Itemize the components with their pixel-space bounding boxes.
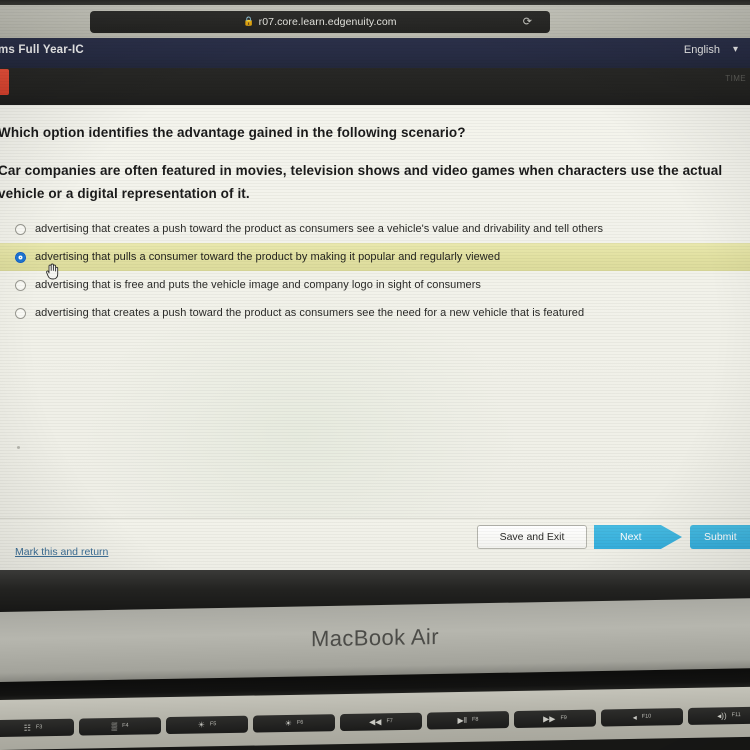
browser-chrome: 🔒 r07.core.learn.edgenuity.com ⟳ <box>0 0 750 38</box>
chevron-down-icon: ▾ <box>732 44 738 55</box>
function-key-f3[interactable]: ☷ F3 <box>0 718 74 738</box>
answer-option-label: advertising that pulls a consumer toward… <box>35 251 501 263</box>
mark-this-and-return-link[interactable]: Mark this and return <box>15 546 108 558</box>
language-label: English <box>683 44 720 56</box>
address-bar[interactable]: 🔒 r07.core.learn.edgenuity.com ⟳ <box>90 11 550 33</box>
function-key-number: F8 <box>472 716 479 723</box>
function-key-number: F7 <box>386 717 393 725</box>
submit-button[interactable]: Submit <box>690 525 750 549</box>
answer-option-row[interactable]: advertising that creates a push toward t… <box>0 299 750 327</box>
app-subbar: TIME <box>0 68 750 105</box>
function-key-glyph-icon: ◀◀ <box>369 716 382 727</box>
footer-action-bar: Mark this and return Save and Exit Next … <box>0 518 750 570</box>
question-scenario: Car companies are often featured in movi… <box>0 163 723 201</box>
function-key-f8[interactable]: ▶‖ F8 <box>427 711 509 730</box>
answer-option-row[interactable]: advertising that creates a push toward t… <box>0 215 750 243</box>
course-title: ms Full Year-IC <box>0 44 84 56</box>
function-key-f7[interactable]: ◀◀ F7 <box>340 712 422 732</box>
function-key-number: F5 <box>209 720 217 728</box>
function-key-glyph-icon: ◂)) <box>717 710 727 720</box>
answer-option-label: advertising that creates a push toward t… <box>35 307 585 319</box>
function-key-f6[interactable]: ☀ F6 <box>253 714 335 733</box>
function-key-number: F4 <box>122 722 129 729</box>
function-key-number: F3 <box>35 724 43 731</box>
function-key-glyph-icon: ☀ <box>197 719 205 730</box>
function-key-f4[interactable]: ▒ F4 <box>79 717 161 736</box>
function-key-f5[interactable]: ☀ F5 <box>166 715 248 735</box>
function-key-f9[interactable]: ▶▶ F9 <box>514 709 596 729</box>
function-key-f10[interactable]: ◂ F10 <box>601 708 683 727</box>
function-key-glyph-icon: ☷ <box>23 722 31 733</box>
function-key-glyph-icon: ▶▶ <box>543 713 556 724</box>
laptop-screen-photo: 🔒 r07.core.learn.edgenuity.com ⟳ ms Full… <box>0 0 750 750</box>
radio-button-icon[interactable] <box>15 279 26 291</box>
function-key-glyph-icon: ☀ <box>284 718 292 728</box>
radio-button-selected-icon[interactable] <box>15 251 26 263</box>
answer-options-list: advertising that creates a push toward t… <box>0 215 750 327</box>
answer-option-label: advertising that is free and puts the ve… <box>35 279 481 291</box>
app-header: ms Full Year-IC English ▾ <box>0 38 750 68</box>
answer-option-label: advertising that creates a push toward t… <box>35 223 604 235</box>
function-key-number: F10 <box>641 713 652 720</box>
lock-icon: 🔒 <box>243 15 255 26</box>
alert-tab-indicator[interactable] <box>0 69 9 95</box>
function-key-glyph-icon: ◂ <box>632 712 637 722</box>
function-key-glyph-icon: ▶‖ <box>457 715 468 725</box>
screen-dust-speck <box>17 446 20 449</box>
save-and-exit-button[interactable]: Save and Exit <box>477 525 587 549</box>
next-button[interactable]: Next <box>594 525 682 549</box>
radio-button-icon[interactable] <box>15 223 26 235</box>
reload-icon[interactable]: ⟳ <box>523 16 532 28</box>
function-key-number: F11 <box>731 711 741 718</box>
language-selector[interactable]: English ▾ <box>684 44 738 56</box>
question-page: Which option identifies the advantage ga… <box>0 105 750 570</box>
function-key-glyph-icon: ▒ <box>111 721 118 731</box>
answer-option-row[interactable]: advertising that is free and puts the ve… <box>0 271 750 299</box>
function-key-number: F9 <box>560 714 567 721</box>
function-key-number: F6 <box>296 719 304 726</box>
answer-option-row-selected[interactable]: advertising that pulls a consumer toward… <box>0 243 750 271</box>
radio-button-icon[interactable] <box>15 307 26 319</box>
timer-label: TIME <box>725 74 746 83</box>
question-stem: Which option identifies the advantage ga… <box>0 125 466 140</box>
address-bar-url: r07.core.learn.edgenuity.com <box>258 16 397 28</box>
function-key-f11[interactable]: ◂)) F11 <box>688 706 750 725</box>
